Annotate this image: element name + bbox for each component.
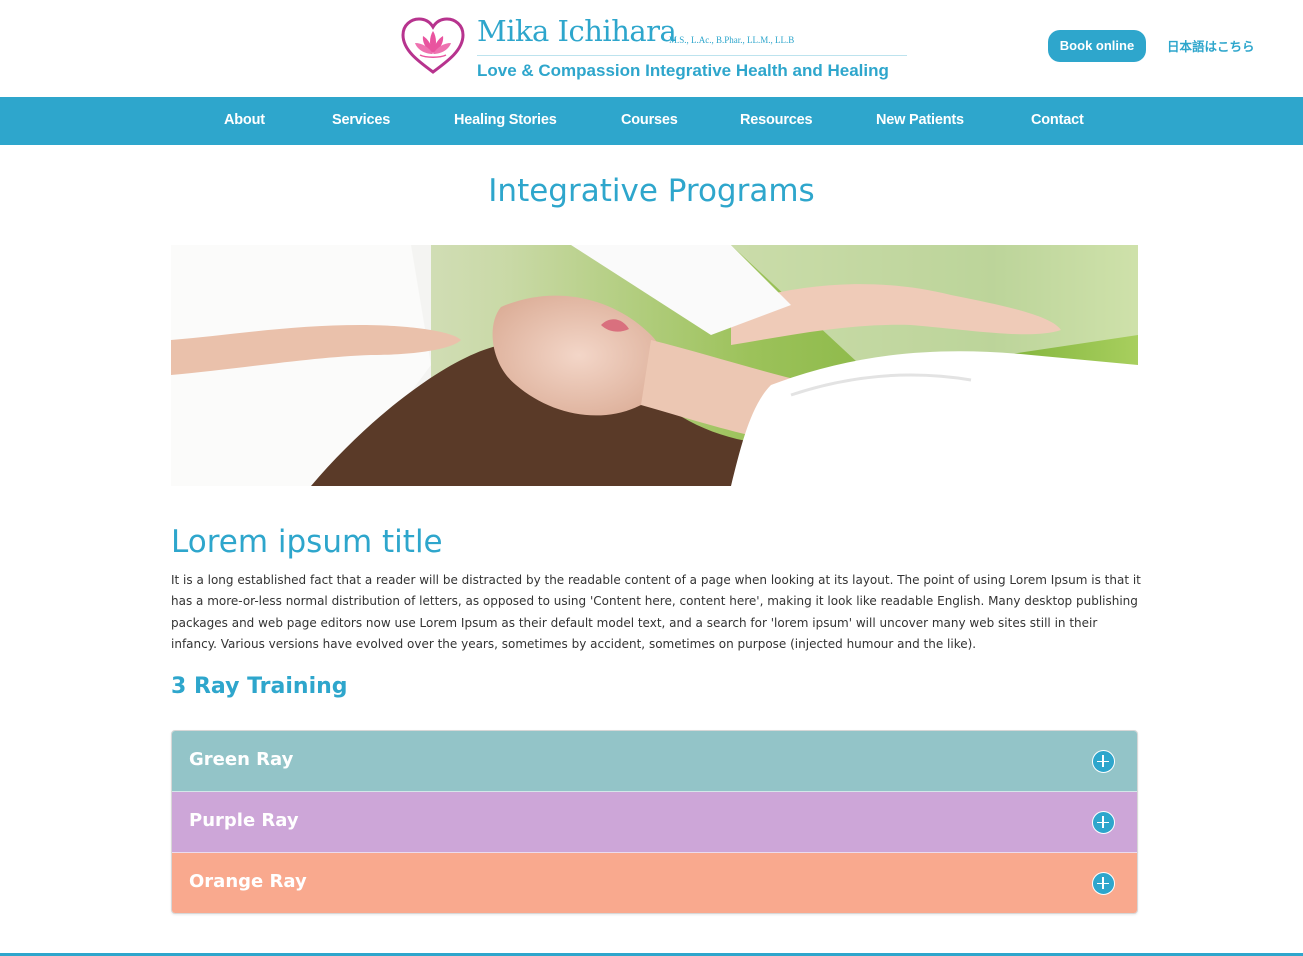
accordion-label: Purple Ray	[189, 810, 299, 831]
book-online-button[interactable]: Book online	[1048, 30, 1146, 62]
site-header: Mika Ichihara M.S., L.Ac., B.Phar., LL.M…	[0, 0, 1303, 97]
brand-tagline: Love & Compassion Integrative Health and…	[477, 61, 889, 80]
ray-training-accordion: Green Ray Purple Ray Orange Ray	[171, 730, 1138, 914]
brand-name[interactable]: Mika Ichihara	[477, 14, 677, 48]
plus-circle-icon[interactable]	[1092, 872, 1115, 895]
accordion-item-orange-ray[interactable]: Orange Ray	[172, 853, 1137, 913]
main-nav: About Services Healing Stories Courses R…	[0, 97, 1303, 145]
brand-divider	[477, 55, 907, 56]
nav-item-contact[interactable]: Contact	[1031, 97, 1084, 145]
nav-item-courses[interactable]: Courses	[621, 97, 678, 145]
nav-item-resources[interactable]: Resources	[740, 97, 813, 145]
section-title: Lorem ipsum title	[171, 524, 443, 560]
intro-paragraph: It is a long established fact that a rea…	[171, 573, 1141, 651]
brand-credentials: M.S., L.Ac., B.Phar., LL.M., LL.B	[669, 35, 795, 45]
accordion-item-green-ray[interactable]: Green Ray	[172, 731, 1137, 792]
lotus-heart-icon[interactable]	[400, 17, 466, 75]
plus-circle-icon[interactable]	[1092, 750, 1115, 773]
accordion-item-purple-ray[interactable]: Purple Ray	[172, 792, 1137, 853]
hero-image	[171, 245, 1138, 486]
training-heading: 3 Ray Training	[171, 674, 348, 699]
nav-item-new-patients[interactable]: New Patients	[876, 97, 964, 145]
nav-item-about[interactable]: About	[224, 97, 265, 145]
accordion-label: Orange Ray	[189, 871, 307, 892]
nav-item-services[interactable]: Services	[332, 97, 390, 145]
japanese-language-link[interactable]: 日本語はこちら	[1167, 36, 1255, 55]
nav-item-healing-stories[interactable]: Healing Stories	[454, 97, 557, 145]
plus-circle-icon[interactable]	[1092, 811, 1115, 834]
accordion-label: Green Ray	[189, 749, 294, 770]
page-title: Integrative Programs	[488, 173, 815, 209]
